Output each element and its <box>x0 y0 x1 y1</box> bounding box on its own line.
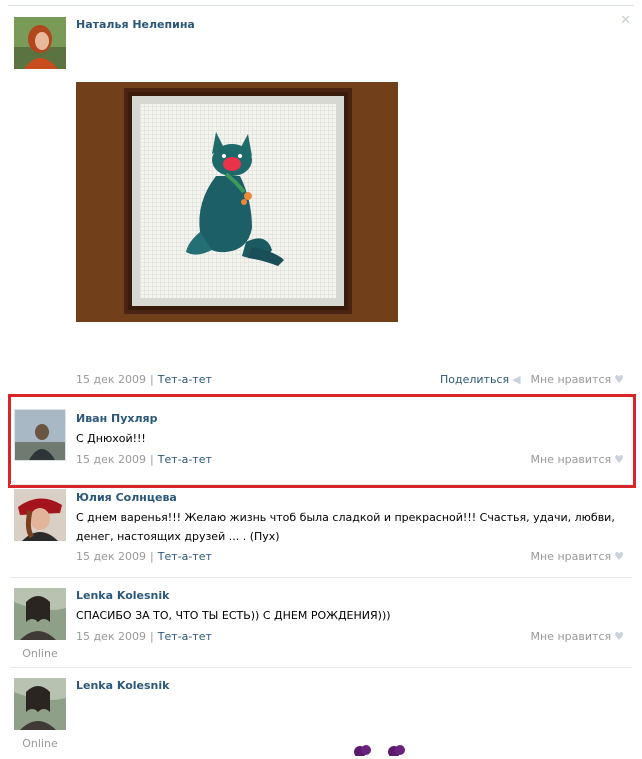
avatar[interactable] <box>14 588 66 640</box>
post-author[interactable]: Юлия Солнцева <box>76 491 177 504</box>
share-button[interactable]: Поделиться ◀ <box>440 373 521 386</box>
post-meta: 15 дек 2009 | Тет-а-тет <box>76 550 212 563</box>
like-label: Мне нравится <box>530 550 612 563</box>
post-meta: 15 дек 2009 | Тет-а-тет <box>76 373 212 386</box>
heart-icon: ♥ <box>614 550 624 563</box>
post-divider <box>10 484 632 485</box>
heart-icon: ♥ <box>614 373 624 386</box>
post-divider <box>10 667 632 668</box>
dialog-link[interactable]: Тет-а-тет <box>158 373 212 386</box>
highlight-frame <box>8 394 636 488</box>
avatar[interactable] <box>14 678 66 730</box>
attachment-preview[interactable] <box>348 742 412 758</box>
top-divider <box>8 5 634 6</box>
like-button[interactable]: Мне нравится ♥ <box>531 373 624 386</box>
post-date: 15 дек 2009 <box>76 630 147 643</box>
like-button[interactable]: Мне нравится ♥ <box>531 630 624 643</box>
like-label: Мне нравится <box>530 373 612 386</box>
close-icon[interactable]: ✕ <box>620 14 631 27</box>
post-text: СПАСИБО ЗА ТО, ЧТО ТЫ ЕСТЬ)) С ДНЕМ РОЖД… <box>76 609 391 622</box>
like-label: Мне нравится <box>530 630 612 643</box>
like-button[interactable]: Мне нравится ♥ <box>531 550 624 563</box>
post-photo[interactable] <box>76 82 398 322</box>
heart-icon: ♥ <box>614 630 624 643</box>
post-text: С днем варенья!!! Желаю жизнь чтоб была … <box>76 511 615 543</box>
post-divider <box>10 577 632 578</box>
dialog-link[interactable]: Тет-а-тет <box>158 630 212 643</box>
avatar[interactable] <box>14 489 66 541</box>
share-label: Поделиться <box>440 373 510 386</box>
post-date: 15 дек 2009 <box>76 373 147 386</box>
post-meta: 15 дек 2009 | Тет-а-тет <box>76 630 212 643</box>
online-status: Online <box>22 647 58 660</box>
post-author[interactable]: Наталья Нелепина <box>76 18 195 31</box>
megaphone-icon: ◀ <box>512 373 521 386</box>
dialog-link[interactable]: Тет-а-тет <box>158 550 212 563</box>
avatar[interactable] <box>14 17 66 69</box>
online-status: Online <box>22 737 58 750</box>
post-author[interactable]: Lenka Kolesnik <box>76 679 169 692</box>
post-author[interactable]: Lenka Kolesnik <box>76 589 169 602</box>
post-date: 15 дек 2009 <box>76 550 147 563</box>
